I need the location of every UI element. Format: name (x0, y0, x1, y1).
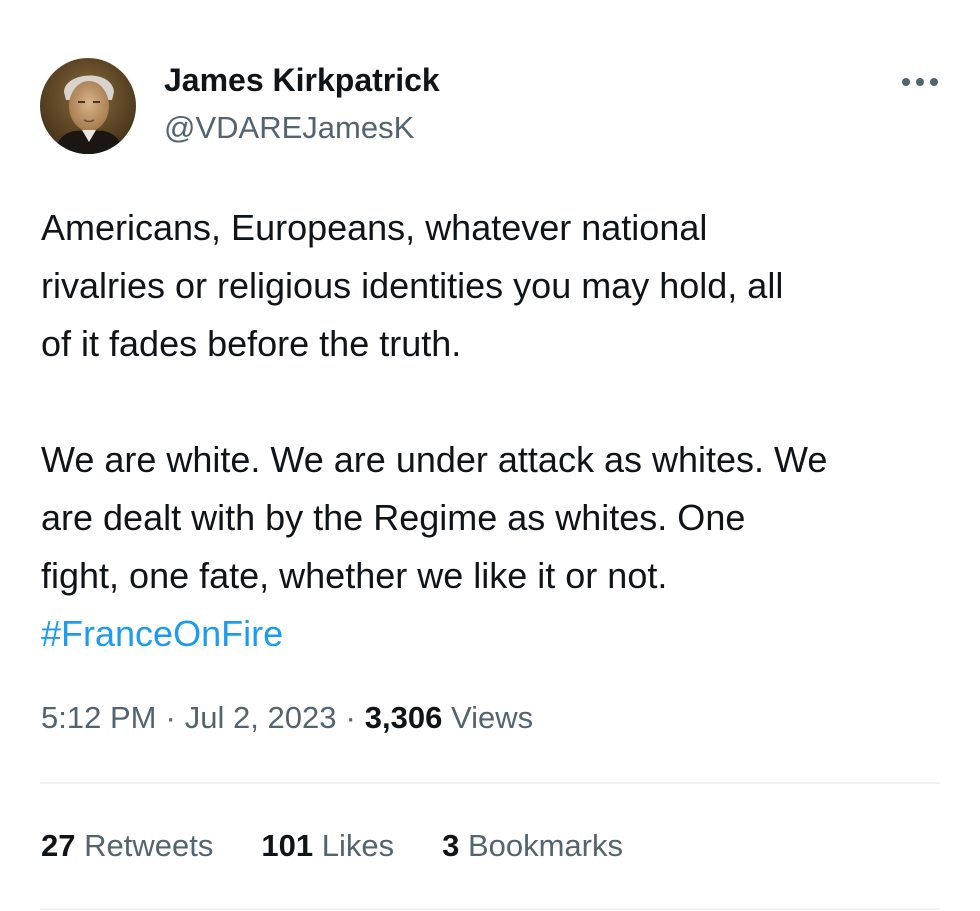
more-horizontal-icon (902, 78, 938, 86)
tweet-date[interactable]: Jul 2, 2023 (185, 700, 337, 735)
more-options-button[interactable] (896, 62, 944, 102)
likes-label: Likes (321, 828, 395, 863)
author-handle[interactable]: @VDAREJamesK (164, 110, 414, 146)
avatar[interactable] (40, 58, 136, 154)
views-label: Views (450, 700, 534, 735)
tweet-text-line: are dealt with by the Regime as whites. … (41, 497, 746, 538)
tweet-card: James Kirkpatrick @VDAREJamesK Americans… (0, 0, 980, 911)
retweets-stat[interactable]: 27 Retweets (41, 828, 213, 864)
portrait-image (40, 58, 136, 154)
retweets-label: Retweets (84, 828, 214, 863)
bookmarks-count: 3 (442, 828, 460, 863)
meta-separator: · (165, 700, 176, 735)
tweet-text-line: fight, one fate, whether we like it or n… (41, 555, 668, 596)
tweet-text-line: We are white. We are under attack as whi… (41, 439, 828, 480)
bookmarks-stat[interactable]: 3 Bookmarks (442, 828, 623, 864)
likes-count: 101 (261, 828, 314, 863)
tweet-meta: 5:12 PM · Jul 2, 2023 · 3,306 Views (41, 700, 533, 736)
tweet-text: Americans, Europeans, whatever national … (41, 199, 946, 663)
author-display-name[interactable]: James Kirkpatrick (164, 62, 440, 99)
divider (40, 782, 940, 784)
tweet-text-line: Americans, Europeans, whatever national (41, 207, 708, 248)
divider (40, 908, 940, 910)
bookmarks-label: Bookmarks (467, 828, 623, 863)
tweet-text-line: of it fades before the truth. (41, 323, 462, 364)
engagement-stats: 27 Retweets 101 Likes 3 Bookmarks (41, 828, 623, 864)
tweet-time[interactable]: 5:12 PM (41, 700, 156, 735)
likes-stat[interactable]: 101 Likes (261, 828, 394, 864)
tweet-text-line: rivalries or religious identities you ma… (41, 265, 784, 306)
hashtag-link[interactable]: #FranceOnFire (41, 613, 283, 654)
views-count: 3,306 (364, 700, 443, 735)
meta-separator: · (345, 700, 356, 735)
retweets-count: 27 (41, 828, 76, 863)
